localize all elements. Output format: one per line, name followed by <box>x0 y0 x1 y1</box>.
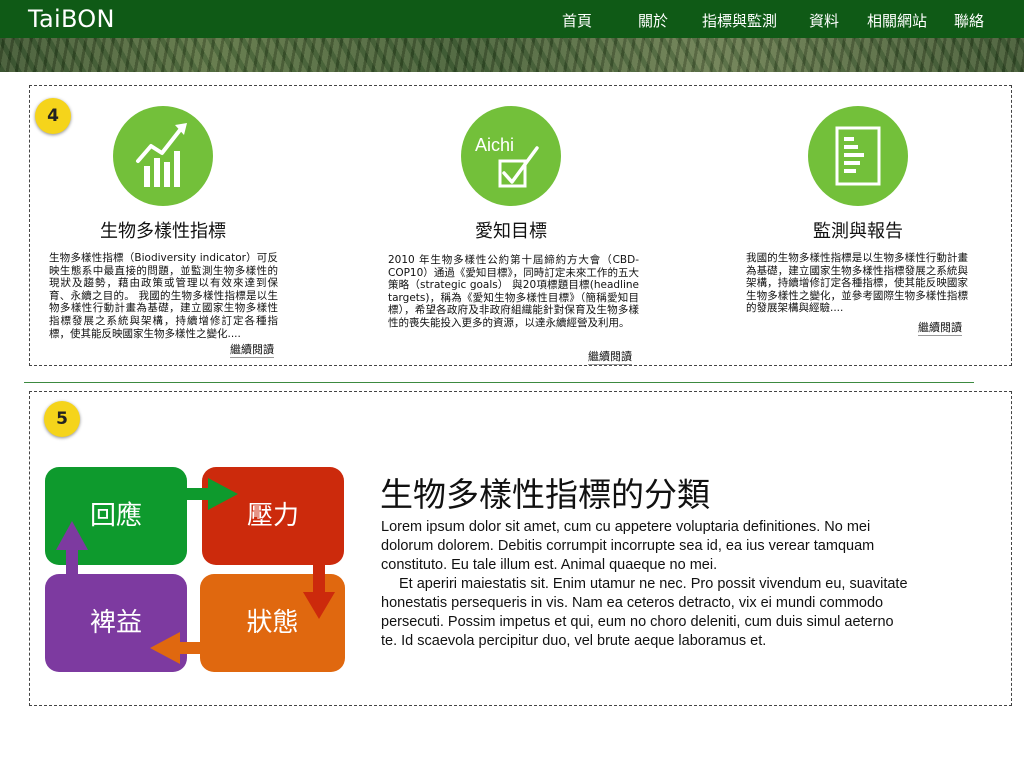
diagram-tile-benefit: 裨益 <box>45 574 187 672</box>
feature-text-aichi: 2010 年生物多樣性公約第十屆締約方大會（CBD-COP10）通過《愛知目標》… <box>388 254 639 329</box>
nav-related-sites[interactable]: 相關網站 <box>867 10 927 31</box>
section-divider <box>24 382 974 383</box>
report-document-icon <box>808 106 908 206</box>
nav-data[interactable]: 資料 <box>809 10 839 31</box>
feature-title-monitoring: 監測與報告 <box>813 221 903 242</box>
feature-title-aichi: 愛知目標 <box>475 221 547 242</box>
main-nav: 首頁 關於 指標與監測 資料 相關網站 聯絡 <box>0 10 1024 30</box>
growth-chart-icon <box>113 106 213 206</box>
feature-text-indicators: 生物多樣性指標（Biodiversity indicator）可反映生態系中最直… <box>49 252 278 340</box>
header-banner: TaiBON 首頁 關於 指標與監測 資料 相關網站 聯絡 <box>0 0 1024 72</box>
top-navigation-bar: TaiBON 首頁 關於 指標與監測 資料 相關網站 聯絡 <box>0 0 1024 38</box>
nav-indicators-monitoring[interactable]: 指標與監測 <box>702 10 777 31</box>
nav-about[interactable]: 關於 <box>638 10 668 31</box>
read-more-indicators[interactable]: 繼續閱讀 <box>230 341 274 358</box>
classification-paragraph: Et aperiri maiestatis sit. Enim utamur n… <box>381 576 908 649</box>
diagram-tile-state: 狀態 <box>200 574 345 672</box>
read-more-monitoring[interactable]: 繼續閱讀 <box>918 319 962 336</box>
read-more-aichi[interactable]: 繼續閱讀 <box>588 348 632 365</box>
classification-title: 生物多樣性指標的分類 <box>380 475 710 514</box>
feature-title-indicators: 生物多樣性指標 <box>100 221 226 242</box>
section-badge-5: 5 <box>44 401 80 437</box>
nav-home[interactable]: 首頁 <box>562 10 592 31</box>
section-badge-4: 4 <box>35 98 71 134</box>
classification-body: Lorem ipsum dolor sit amet, cum cu appet… <box>381 518 911 651</box>
aichi-icon-label: Aichi <box>475 135 515 155</box>
nav-contact[interactable]: 聯絡 <box>954 10 984 31</box>
aichi-check-icon: Aichi <box>461 106 561 206</box>
diagram-tile-pressure: 壓力 <box>202 467 344 565</box>
diagram-tile-response: 回應 <box>45 467 187 565</box>
classification-paragraph: Lorem ipsum dolor sit amet, cum cu appet… <box>381 519 875 573</box>
